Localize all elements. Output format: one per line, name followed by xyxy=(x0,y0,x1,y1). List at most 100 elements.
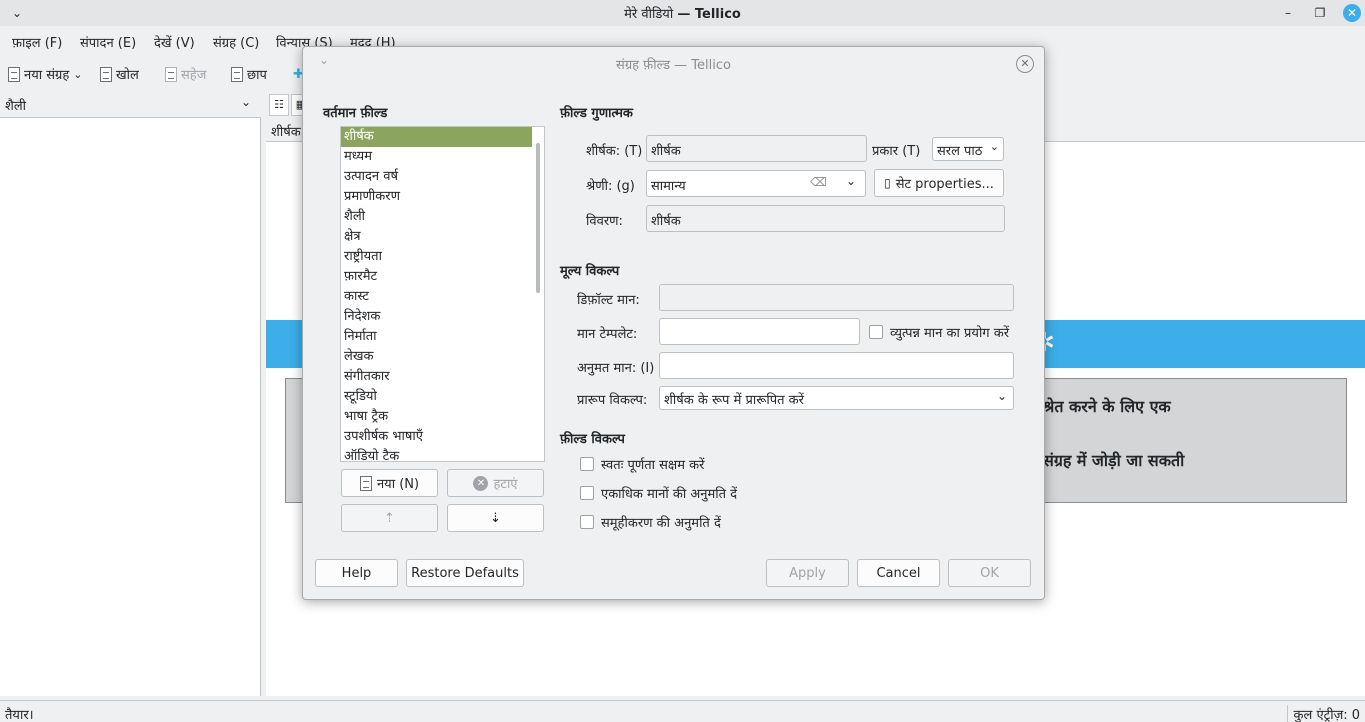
list-item[interactable]: लेखक xyxy=(341,347,532,367)
column-header-title[interactable]: शीर्षक xyxy=(271,122,301,140)
bookmark-icon: ▯ xyxy=(884,176,891,190)
welcome-text-line1: श्रेत करने के लिए एक xyxy=(1043,397,1171,416)
open-button[interactable]: खोल xyxy=(100,63,139,85)
clear-text-icon[interactable]: ⌫ xyxy=(810,175,827,189)
chevron-down-icon[interactable]: ⌄ xyxy=(846,174,856,188)
autocomplete-checkbox[interactable] xyxy=(580,457,594,471)
list-item[interactable]: शैली xyxy=(341,207,532,227)
apply-button[interactable]: Apply xyxy=(766,559,849,587)
multiple-values-label: एकाधिक मानों की अनुमति दें xyxy=(601,487,738,502)
chevron-down-icon: ⌄ xyxy=(73,67,83,81)
delete-icon: ✕ xyxy=(473,475,489,491)
move-up-button[interactable]: ⇡ xyxy=(341,504,438,532)
value-template-label: मान टेम्पलेट: xyxy=(577,327,638,342)
field-type-select[interactable]: सरल पाठ ⌄ xyxy=(932,137,1004,161)
delete-field-label: हटाएं xyxy=(493,477,518,492)
chevron-down-icon: ⌄ xyxy=(240,95,251,109)
save-button[interactable]: सहेज xyxy=(165,63,206,85)
ok-button[interactable]: OK xyxy=(948,559,1031,587)
current-fields-heading: वर्तमान फ़ील्ड xyxy=(323,106,388,121)
maximize-icon[interactable]: ❐ xyxy=(1311,4,1329,22)
list-item[interactable]: संगीतकार xyxy=(341,367,532,387)
list-scrollbar[interactable] xyxy=(536,143,540,293)
allowed-values-label: अनुमत मान: (I) xyxy=(577,361,655,376)
field-description-label: विवरण: xyxy=(586,214,623,229)
list-item[interactable]: निर्माता xyxy=(341,327,532,347)
list-item[interactable]: निदेशक xyxy=(341,307,532,327)
field-description-input[interactable]: शीर्षक xyxy=(646,205,1005,232)
value-options-heading: मूल्य विकल्प xyxy=(560,264,620,279)
allowed-values-input[interactable] xyxy=(659,352,1014,379)
menu-edit[interactable]: संपादन (E) xyxy=(80,33,136,51)
field-title-label: शीर्षक: (T) xyxy=(586,144,643,159)
status-message: तैयार। xyxy=(5,708,34,722)
list-item[interactable]: कास्ट xyxy=(341,287,532,307)
list-item[interactable]: राष्ट्रीयता xyxy=(341,247,532,267)
list-item[interactable]: प्रमाणीकरण xyxy=(341,187,532,207)
close-icon[interactable]: ✕ xyxy=(1343,4,1361,22)
field-title-input[interactable]: शीर्षक xyxy=(646,135,867,162)
minimize-icon[interactable]: – xyxy=(1279,4,1297,22)
grouping-checkbox[interactable] xyxy=(580,515,594,529)
format-options-select[interactable]: शीर्षक के रूप में प्रारूपित करें ⌄ xyxy=(659,386,1014,410)
fields-list[interactable]: शीर्षक मध्यम उत्पादन वर्ष प्रमाणीकरण शैल… xyxy=(340,126,545,462)
welcome-text-line2: संग्रह में जोड़ी जा सकती xyxy=(1043,451,1185,470)
group-view-pane: शैली ⌄ xyxy=(0,92,261,696)
new-collection-button[interactable]: नया संग्रह ⌄ xyxy=(8,63,83,85)
default-value-label: डिफ़ॉल्ट मान: xyxy=(577,293,640,308)
new-field-label: नया (N) xyxy=(376,477,420,492)
cancel-button[interactable]: Cancel xyxy=(857,559,940,587)
document-icon xyxy=(8,66,20,82)
dialog-close-icon[interactable]: ✕ xyxy=(1016,55,1034,73)
save-icon xyxy=(165,66,177,82)
document-icon xyxy=(359,475,372,491)
set-properties-button[interactable]: ▯ सेट properties... xyxy=(874,169,1004,197)
list-item[interactable]: स्टूडियो xyxy=(341,387,532,407)
print-button[interactable]: छाप xyxy=(231,63,267,85)
statusbar: तैयार। कुल एंट्रीज़: 0 xyxy=(0,700,1365,722)
new-collection-label: नया संग्रह xyxy=(24,68,70,83)
window-title: मेरे वीडियो — Tellico xyxy=(0,4,1365,22)
open-icon xyxy=(100,66,112,82)
list-item[interactable]: क्षेत्र xyxy=(341,227,532,247)
field-category-combo[interactable]: सामान्य ⌫ ⌄ xyxy=(646,170,866,197)
multiple-values-checkbox[interactable] xyxy=(580,486,594,500)
list-item[interactable]: उपशीर्षक भाषाएँ xyxy=(341,427,532,447)
field-attributes-heading: फ़ील्ड गुणात्मक xyxy=(560,106,633,121)
list-item[interactable]: उत्पादन वर्ष xyxy=(341,167,532,187)
menu-collection[interactable]: संग्रह (C) xyxy=(213,33,259,51)
delete-field-button[interactable]: ✕ हटाएं xyxy=(447,469,544,497)
list-item[interactable]: फ़ारमैट xyxy=(341,267,532,287)
derived-value-label: व्युत्पन्न मान का प्रयोग करें xyxy=(890,326,1010,341)
set-properties-label: सेट properties... xyxy=(895,177,994,192)
field-category-label: श्रेणी: (g) xyxy=(586,179,635,194)
dialog-title: संग्रह फ़ील्ड — Tellico xyxy=(616,58,731,73)
value-template-input[interactable] xyxy=(659,318,860,345)
entry-count: कुल एंट्रीज़: 0 xyxy=(1286,705,1360,722)
restore-defaults-button[interactable]: Restore Defaults xyxy=(406,559,524,587)
grouping-label: समूहीकरण की अनुमति दें xyxy=(601,516,721,531)
format-options-value: शीर्षक के रूप में प्रारूपित करें xyxy=(664,393,804,408)
list-item[interactable]: शीर्षक xyxy=(341,127,532,147)
arrow-down-icon: ⇣ xyxy=(490,510,501,526)
new-field-button[interactable]: नया (N) xyxy=(341,469,438,497)
list-item[interactable]: भाषा ट्रैक xyxy=(341,407,532,427)
chevron-down-icon: ⌄ xyxy=(996,389,1007,403)
field-options-heading: फ़ील्ड विकल्प xyxy=(560,432,625,447)
move-down-button[interactable]: ⇣ xyxy=(447,504,544,532)
save-label: सहेज xyxy=(181,68,207,83)
derived-value-checkbox[interactable] xyxy=(869,325,883,339)
print-icon xyxy=(231,66,243,82)
menu-file[interactable]: फ़ाइल (F) xyxy=(12,33,62,51)
detail-view-icon[interactable]: ☷ xyxy=(269,94,289,116)
group-by-value: शैली xyxy=(5,99,27,114)
list-item[interactable]: ऑडियो टैक xyxy=(341,447,532,461)
autocomplete-label: स्वतः पूर्णता सक्षम करें xyxy=(601,458,705,473)
field-category-value: सामान्य xyxy=(651,179,686,194)
default-value-input[interactable] xyxy=(659,284,1014,311)
help-button[interactable]: Help xyxy=(315,559,398,587)
field-type-value: सरल पाठ xyxy=(937,144,983,159)
list-item[interactable]: मध्यम xyxy=(341,147,532,167)
menu-view[interactable]: देखें (V) xyxy=(154,33,195,51)
group-by-combo[interactable]: शैली ⌄ xyxy=(0,92,261,118)
